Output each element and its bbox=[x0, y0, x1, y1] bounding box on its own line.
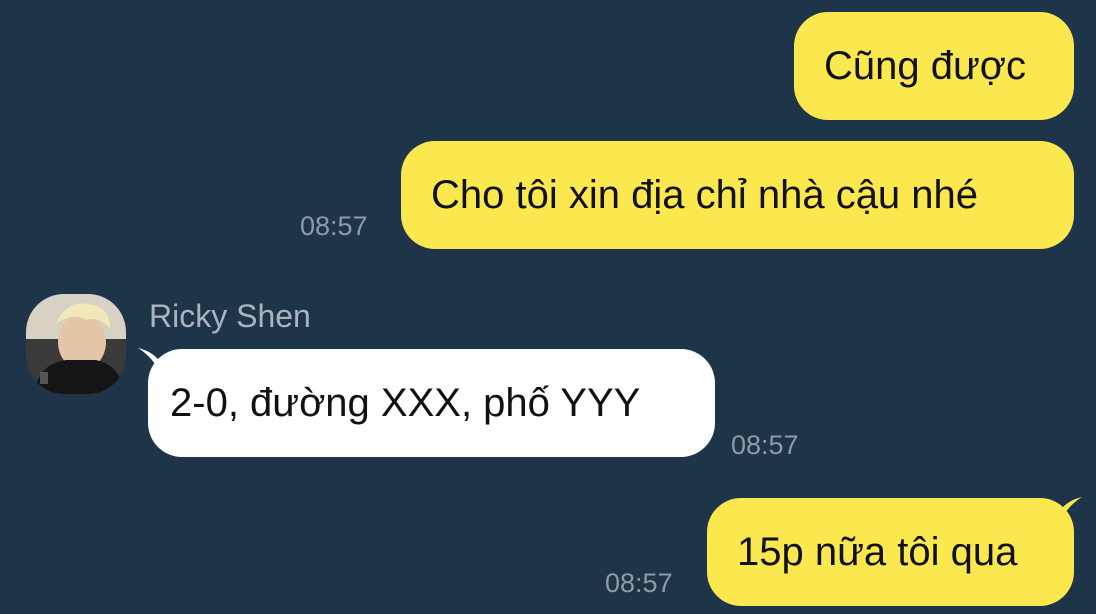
message-timestamp: 08:57 bbox=[300, 211, 368, 241]
message-timestamp: 08:57 bbox=[605, 568, 673, 598]
message-bubble-outgoing[interactable]: Cho tôi xin địa chỉ nhà cậu nhé bbox=[401, 141, 1074, 249]
message-text: Cho tôi xin địa chỉ nhà cậu nhé bbox=[431, 172, 979, 217]
user-avatar-photo-icon bbox=[26, 294, 126, 394]
message-bubble-incoming[interactable]: 2-0, đường XXX, phố YYY bbox=[148, 349, 715, 457]
message-text: 15p nữa tôi qua bbox=[737, 529, 1018, 574]
message-timestamp: 08:57 bbox=[731, 430, 799, 460]
sender-avatar[interactable] bbox=[26, 294, 126, 394]
outgoing-bubble-tail-icon bbox=[1056, 497, 1082, 523]
message-bubble-outgoing[interactable]: 15p nữa tôi qua bbox=[707, 498, 1074, 606]
message-text: Cũng được bbox=[824, 43, 1026, 88]
message-text: 2-0, đường XXX, phố YYY bbox=[170, 380, 641, 425]
sender-name: Ricky Shen bbox=[149, 298, 311, 334]
message-bubble-outgoing[interactable]: Cũng được bbox=[794, 12, 1074, 120]
